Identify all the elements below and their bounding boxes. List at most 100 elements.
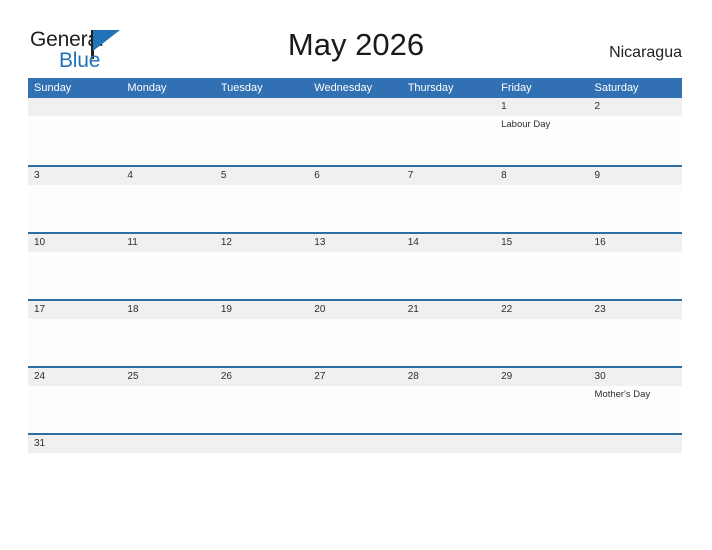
- day-cell[interactable]: 8: [495, 167, 588, 232]
- day-cell[interactable]: 25: [121, 368, 214, 433]
- day-cell[interactable]: [402, 98, 495, 165]
- day-cell[interactable]: 29: [495, 368, 588, 433]
- day-number: 24: [34, 371, 46, 382]
- page-header: General Blue May 2026 Nicaragua: [0, 0, 712, 76]
- day-number: [408, 98, 495, 116]
- day-number: 16: [594, 237, 606, 248]
- day-number: [221, 98, 308, 116]
- day-cell[interactable]: [308, 435, 401, 455]
- day-number: 9: [594, 170, 601, 181]
- day-cell[interactable]: [402, 435, 495, 455]
- day-number: [314, 435, 401, 453]
- day-number: 21: [407, 304, 419, 315]
- weekday-header-monday: Monday: [127, 82, 167, 94]
- calendar-week-row: 17 18 19 20 21 22 23: [28, 299, 682, 366]
- day-cell[interactable]: 22: [495, 301, 588, 366]
- day-cell[interactable]: 2: [589, 98, 682, 165]
- day-cell[interactable]: 12: [215, 234, 308, 299]
- day-cell[interactable]: 30 Mother's Day: [589, 368, 682, 433]
- day-cell[interactable]: [215, 98, 308, 165]
- day-cell[interactable]: 5: [215, 167, 308, 232]
- day-cell[interactable]: 26: [215, 368, 308, 433]
- day-number: 2: [594, 101, 601, 112]
- day-cell[interactable]: 6: [308, 167, 401, 232]
- day-number: [501, 435, 588, 453]
- day-number: 29: [501, 371, 513, 382]
- weekday-header-tuesday: Tuesday: [220, 82, 263, 94]
- calendar-week-row: 1 Labour Day 2: [28, 98, 682, 165]
- day-number: 30: [594, 371, 606, 382]
- day-number: 13: [314, 237, 326, 248]
- day-cell[interactable]: [28, 98, 121, 165]
- day-number: 28: [407, 371, 419, 382]
- day-number: 12: [220, 237, 232, 248]
- day-cell[interactable]: 21: [402, 301, 495, 366]
- day-number: 14: [407, 237, 419, 248]
- calendar-week-row: 24 25 26 27 28 29 30 Mother's Day: [28, 366, 682, 433]
- day-number: 17: [34, 304, 46, 315]
- day-number: 11: [127, 237, 138, 248]
- weekday-header-friday: Friday: [501, 82, 532, 94]
- day-cell[interactable]: 11: [121, 234, 214, 299]
- day-cell[interactable]: 23: [589, 301, 682, 366]
- day-cell[interactable]: 31: [28, 435, 121, 455]
- weekday-header-saturday: Saturday: [594, 82, 639, 94]
- day-number: 31: [34, 438, 46, 449]
- day-number: [127, 98, 214, 116]
- weekday-header-wednesday: Wednesday: [314, 82, 373, 94]
- weekday-header-thursday: Thursday: [407, 82, 454, 94]
- day-number: 20: [314, 304, 326, 315]
- day-number: 25: [127, 371, 139, 382]
- day-number: 5: [220, 170, 227, 181]
- day-cell[interactable]: [308, 98, 401, 165]
- day-cell[interactable]: 3: [28, 167, 121, 232]
- day-cell[interactable]: 4: [121, 167, 214, 232]
- calendar-page: General Blue May 2026 Nicaragua Sunday M…: [0, 0, 712, 550]
- day-number: 26: [220, 371, 232, 382]
- country-label: Nicaragua: [609, 44, 682, 61]
- day-number: 18: [127, 304, 139, 315]
- day-number: 1: [501, 101, 507, 112]
- day-cell[interactable]: 19: [215, 301, 308, 366]
- day-number: 4: [127, 170, 133, 181]
- day-cell[interactable]: 13: [308, 234, 401, 299]
- day-number: 8: [501, 170, 507, 181]
- day-cell[interactable]: [589, 435, 682, 455]
- weekday-header-row: Sunday Monday Tuesday Wednesday Thursday…: [28, 78, 682, 98]
- day-cell[interactable]: 17: [28, 301, 121, 366]
- day-number: [595, 435, 682, 453]
- day-cell[interactable]: [215, 435, 308, 455]
- day-number: 15: [501, 237, 513, 248]
- calendar-week-row: 10 11 12 13 14 15 16: [28, 232, 682, 299]
- day-cell[interactable]: 14: [402, 234, 495, 299]
- day-event: Mother's Day: [594, 389, 651, 400]
- day-cell[interactable]: 24: [28, 368, 121, 433]
- day-number: 22: [501, 304, 513, 315]
- day-number: 23: [594, 304, 606, 315]
- day-cell[interactable]: 7: [402, 167, 495, 232]
- day-cell[interactable]: [121, 98, 214, 165]
- day-cell[interactable]: [495, 435, 588, 455]
- day-cell[interactable]: 15: [495, 234, 588, 299]
- day-number: [34, 98, 121, 116]
- day-number: 3: [34, 170, 40, 181]
- day-cell[interactable]: 16: [589, 234, 682, 299]
- day-cell[interactable]: [121, 435, 214, 455]
- day-number: 7: [407, 170, 414, 181]
- calendar-week-row: 31: [28, 433, 682, 455]
- day-cell[interactable]: 1 Labour Day: [495, 98, 588, 165]
- day-number: [221, 435, 308, 453]
- day-cell[interactable]: 27: [308, 368, 401, 433]
- day-cell[interactable]: 28: [402, 368, 495, 433]
- day-cell[interactable]: 18: [121, 301, 214, 366]
- page-title: May 2026: [287, 27, 425, 62]
- calendar-grid: Sunday Monday Tuesday Wednesday Thursday…: [28, 78, 682, 455]
- day-number: 19: [220, 304, 232, 315]
- day-number: 10: [34, 237, 46, 248]
- day-number: [408, 435, 495, 453]
- day-number: 27: [314, 371, 326, 382]
- day-cell[interactable]: 9: [589, 167, 682, 232]
- day-number: [314, 98, 401, 116]
- day-cell[interactable]: 10: [28, 234, 121, 299]
- day-cell[interactable]: 20: [308, 301, 401, 366]
